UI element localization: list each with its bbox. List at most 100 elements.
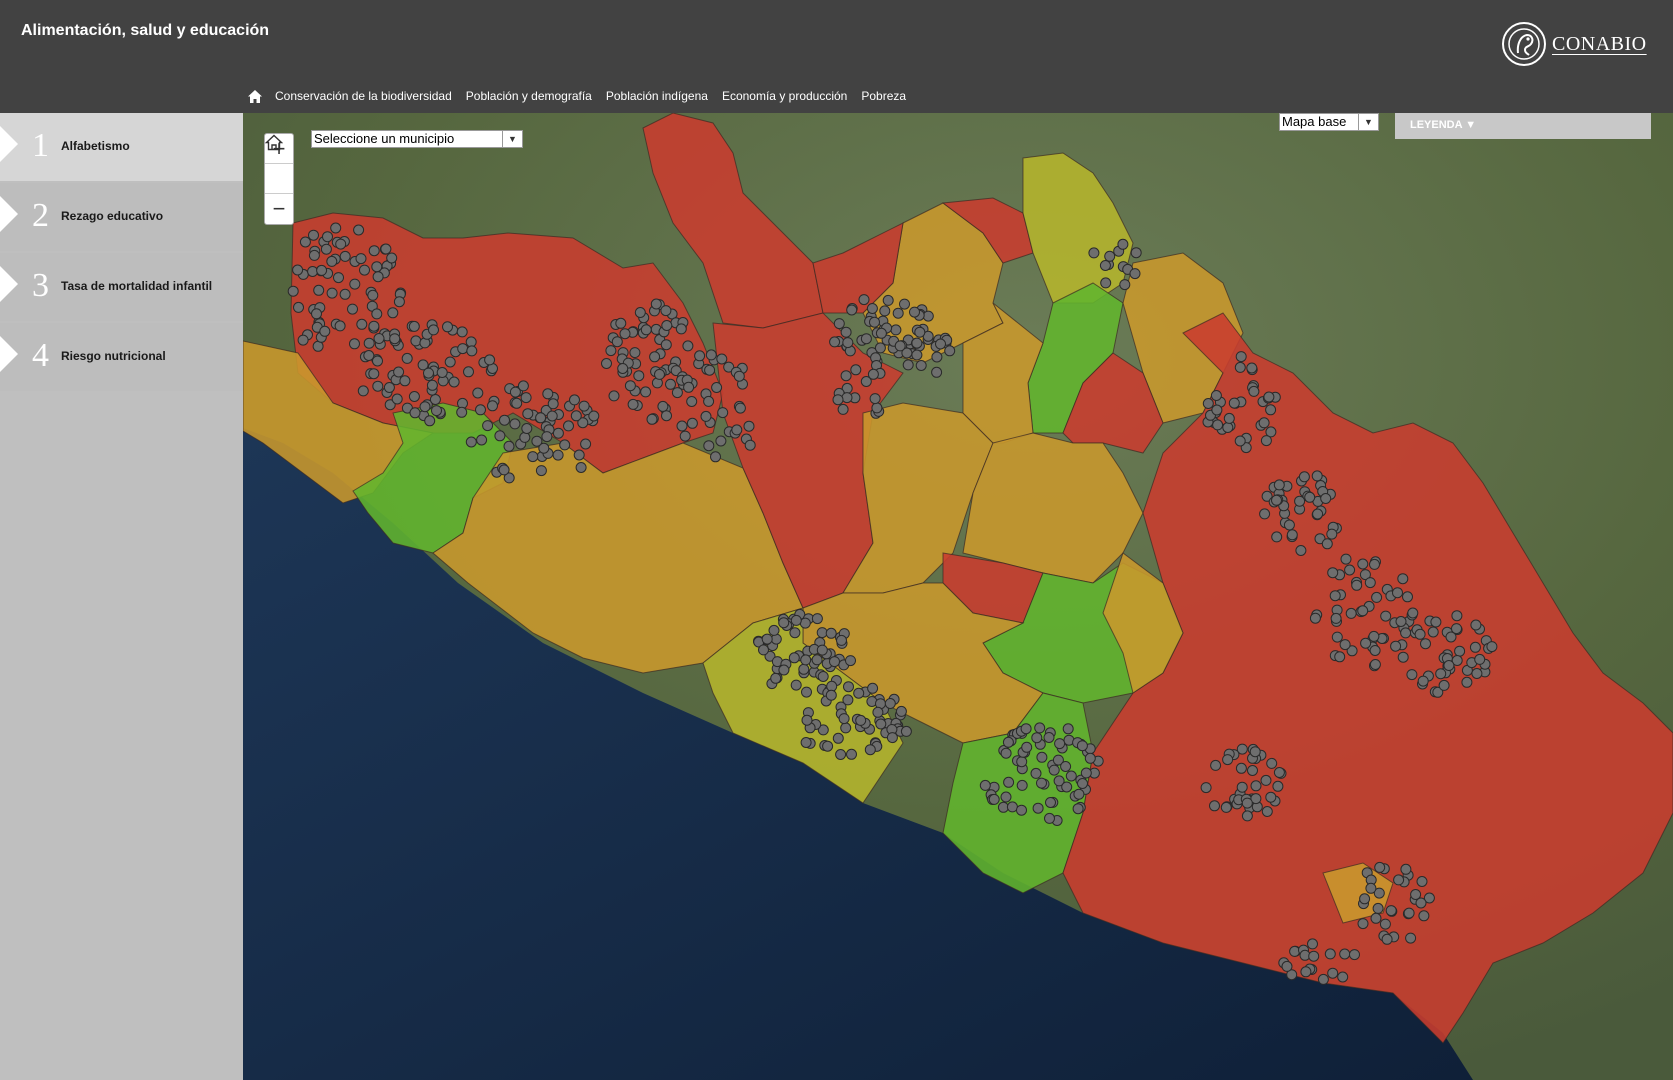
locality-point[interactable] xyxy=(299,236,311,248)
locality-point[interactable] xyxy=(1241,797,1253,809)
locality-point[interactable] xyxy=(836,634,847,646)
nav-poblacion-indigena[interactable]: Población indígena xyxy=(606,89,708,103)
locality-point[interactable] xyxy=(850,364,862,376)
locality-point[interactable] xyxy=(867,368,879,380)
locality-point[interactable] xyxy=(546,410,558,422)
locality-point[interactable] xyxy=(1344,564,1356,576)
locality-point[interactable] xyxy=(1385,905,1397,917)
locality-point[interactable] xyxy=(629,347,641,359)
locality-point[interactable] xyxy=(840,370,852,382)
sidebar-item-mortalidad-infantil[interactable]: 3 Tasa de mortalidad infantil xyxy=(0,253,243,321)
locality-point[interactable] xyxy=(363,337,375,349)
locality-point[interactable] xyxy=(319,325,331,337)
locality-point[interactable] xyxy=(911,337,923,349)
locality-point[interactable] xyxy=(578,400,590,412)
locality-point[interactable] xyxy=(1339,948,1351,960)
locality-point[interactable] xyxy=(838,713,850,725)
locality-point[interactable] xyxy=(575,462,587,473)
locality-point[interactable] xyxy=(872,706,884,718)
locality-point[interactable] xyxy=(1372,902,1384,914)
locality-point[interactable] xyxy=(408,320,420,332)
locality-point[interactable] xyxy=(734,402,746,414)
locality-point[interactable] xyxy=(1043,732,1055,743)
locality-point[interactable] xyxy=(789,627,801,639)
locality-point[interactable] xyxy=(840,722,852,734)
locality-point[interactable] xyxy=(320,243,332,255)
locality-point[interactable] xyxy=(1250,780,1262,792)
locality-point[interactable] xyxy=(426,379,438,391)
locality-point[interactable] xyxy=(853,687,865,699)
locality-point[interactable] xyxy=(1099,260,1111,271)
locality-point[interactable] xyxy=(1368,630,1380,642)
locality-point[interactable] xyxy=(349,338,360,350)
locality-point[interactable] xyxy=(778,664,790,676)
locality-point[interactable] xyxy=(879,305,891,317)
locality-point[interactable] xyxy=(811,654,823,666)
locality-point[interactable] xyxy=(293,301,304,313)
locality-point[interactable] xyxy=(371,261,383,273)
nav-conservacion[interactable]: Conservación de la biodiversidad xyxy=(275,89,452,103)
locality-point[interactable] xyxy=(979,779,991,791)
locality-point[interactable] xyxy=(547,398,559,410)
nav-pobreza[interactable]: Pobreza xyxy=(861,89,906,103)
locality-point[interactable] xyxy=(517,380,529,392)
locality-point[interactable] xyxy=(675,323,687,335)
locality-point[interactable] xyxy=(915,360,927,371)
locality-point[interactable] xyxy=(475,404,486,416)
locality-point[interactable] xyxy=(1286,529,1298,541)
locality-point[interactable] xyxy=(333,272,344,284)
locality-point[interactable] xyxy=(541,431,553,443)
locality-point[interactable] xyxy=(832,732,844,744)
locality-point[interactable] xyxy=(1016,756,1028,768)
locality-point[interactable] xyxy=(846,748,857,760)
locality-point[interactable] xyxy=(410,335,422,347)
locality-point[interactable] xyxy=(383,382,395,393)
locality-point[interactable] xyxy=(1211,404,1223,416)
locality-point[interactable] xyxy=(846,304,858,316)
locality-point[interactable] xyxy=(1212,419,1224,431)
locality-point[interactable] xyxy=(1263,391,1275,403)
locality-point[interactable] xyxy=(1402,591,1413,603)
locality-point[interactable] xyxy=(778,617,790,629)
locality-point[interactable] xyxy=(1349,949,1360,961)
locality-point[interactable] xyxy=(1084,752,1096,764)
locality-point[interactable] xyxy=(466,345,478,357)
locality-point[interactable] xyxy=(875,327,887,339)
locality-point[interactable] xyxy=(442,321,453,333)
locality-point[interactable] xyxy=(476,434,488,446)
home-extent-button[interactable] xyxy=(265,134,293,194)
locality-point[interactable] xyxy=(731,424,743,436)
locality-point[interactable] xyxy=(391,393,403,405)
locality-point[interactable] xyxy=(386,252,398,264)
locality-point[interactable] xyxy=(646,413,658,425)
locality-point[interactable] xyxy=(1044,812,1055,824)
locality-point[interactable] xyxy=(1403,907,1415,919)
locality-point[interactable] xyxy=(799,617,811,629)
home-icon[interactable] xyxy=(246,88,264,104)
locality-point[interactable] xyxy=(1235,762,1247,774)
locality-point[interactable] xyxy=(1357,918,1369,930)
locality-point[interactable] xyxy=(1327,567,1339,579)
locality-point[interactable] xyxy=(316,264,328,276)
locality-point[interactable] xyxy=(1357,605,1369,617)
locality-point[interactable] xyxy=(484,354,496,366)
locality-point[interactable] xyxy=(790,614,802,626)
locality-point[interactable] xyxy=(570,410,582,422)
locality-point[interactable] xyxy=(1298,471,1310,483)
locality-point[interactable] xyxy=(869,393,881,405)
locality-point[interactable] xyxy=(1258,417,1270,429)
locality-point[interactable] xyxy=(833,318,845,330)
locality-point[interactable] xyxy=(1371,591,1383,603)
locality-point[interactable] xyxy=(845,655,856,667)
locality-point[interactable] xyxy=(1076,740,1088,752)
locality-point[interactable] xyxy=(1235,351,1247,363)
locality-point[interactable] xyxy=(798,663,810,675)
locality-point[interactable] xyxy=(825,627,837,639)
locality-point[interactable] xyxy=(1395,616,1407,627)
locality-point[interactable] xyxy=(472,387,484,399)
locality-point[interactable] xyxy=(527,451,539,463)
locality-point[interactable] xyxy=(842,694,854,706)
locality-point[interactable] xyxy=(588,410,600,422)
locality-point[interactable] xyxy=(829,656,840,668)
locality-point[interactable] xyxy=(1309,612,1321,624)
